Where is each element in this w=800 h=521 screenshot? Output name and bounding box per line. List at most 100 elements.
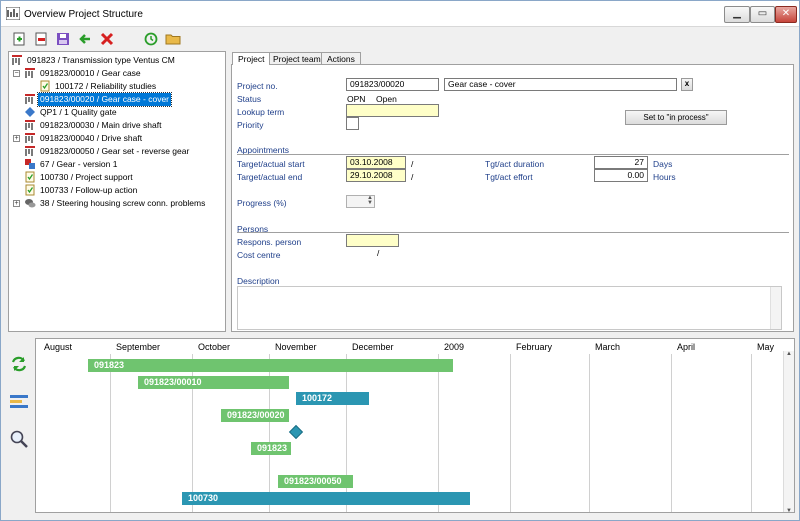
gantt-month-gridline <box>438 354 439 512</box>
project-icon <box>24 120 38 130</box>
end-date-field[interactable]: 29.10.2008 <box>346 169 406 182</box>
milestone-icon <box>24 107 38 117</box>
duration-label: Tgt/act duration <box>485 159 545 169</box>
project-icon <box>24 133 38 143</box>
tree-item-label: 091823/00050 / Gear set - reverse gear <box>40 146 190 156</box>
gantt-month-gridline <box>589 354 590 512</box>
task-icon <box>39 80 53 92</box>
tree-item[interactable]: 091823 / Transmission type Ventus CM <box>11 54 177 67</box>
gantt-bar[interactable]: 100730 <box>182 492 470 505</box>
tree-item[interactable]: 091823/00030 / Main drive shaft <box>24 119 163 132</box>
project-icon <box>24 68 38 78</box>
refresh-icon[interactable] <box>9 354 29 374</box>
zoom-icon[interactable] <box>9 429 29 449</box>
tree-expander-icon[interactable]: + <box>13 135 20 142</box>
task-icon <box>24 184 38 196</box>
scroll-down-icon[interactable]: ▼ <box>786 508 792 512</box>
appointments-divider <box>237 154 789 155</box>
effort-unit: Hours <box>653 172 676 182</box>
priority-label: Priority <box>237 120 264 130</box>
priority-field[interactable] <box>346 117 359 130</box>
cancel-icon[interactable] <box>99 31 115 47</box>
delete-record-icon[interactable] <box>33 31 49 47</box>
tree-item[interactable]: 100730 / Project support <box>24 171 135 184</box>
app-logo-icon <box>6 7 20 20</box>
duration-field[interactable]: 27 <box>594 156 648 169</box>
project-icon <box>24 94 38 104</box>
cost-centre-label: Cost centre <box>237 250 281 260</box>
folder-icon[interactable] <box>165 31 181 47</box>
tree-item[interactable]: 091823/00010 / Gear case <box>24 67 143 80</box>
project-tree: 091823 / Transmission type Ventus CM − 091… <box>8 51 226 332</box>
end-label: Target/actual end <box>237 172 303 182</box>
gantt-bar[interactable]: 091823/00010 <box>138 376 289 389</box>
description-label: Description <box>237 276 280 286</box>
status-text: Open <box>376 94 397 104</box>
tree-item[interactable]: 100733 / Follow-up action <box>24 184 139 197</box>
tree-item[interactable]: 091823/00040 / Drive shaft <box>24 132 144 145</box>
project-no-field[interactable]: 091823/00020 <box>346 78 439 91</box>
progress-label: Progress (%) <box>237 198 287 208</box>
clear-project-button[interactable]: x <box>681 78 693 91</box>
gantt-month-label: April <box>677 342 696 352</box>
tree-item[interactable]: QP1 / 1 Quality gate <box>24 106 119 119</box>
cost-centre-separator: / <box>377 248 380 258</box>
project-no-label: Project no. <box>237 81 278 91</box>
gantt-settings-icon[interactable] <box>9 392 29 412</box>
maximize-button[interactable]: ▭ <box>750 6 775 23</box>
status-code: OPN <box>347 94 366 104</box>
gantt-bar[interactable]: 091823/00020 <box>221 409 289 422</box>
tree-item-label: 100172 / Reliability studies <box>55 81 157 91</box>
back-arrow-icon[interactable] <box>77 31 93 47</box>
gantt-milestone-marker[interactable] <box>288 424 304 440</box>
tree-item-label: 100733 / Follow-up action <box>40 185 138 195</box>
gantt-month-label: March <box>595 342 621 352</box>
start-date-field[interactable]: 03.10.2008 <box>346 156 406 169</box>
tree-expander-icon[interactable]: + <box>13 200 20 207</box>
minimize-button[interactable]: ▁ <box>724 6 750 23</box>
gantt-month-label: 2009 <box>444 342 465 352</box>
start-label: Target/actual start <box>237 159 305 169</box>
tree-item-label: 091823/00030 / Main drive shaft <box>40 120 162 130</box>
description-textarea[interactable] <box>237 286 782 330</box>
gantt-month-label: November <box>275 342 317 352</box>
duration-unit: Days <box>653 159 673 169</box>
responsible-person-field[interactable] <box>346 234 399 247</box>
project-name-field[interactable]: Gear case - cover <box>444 78 677 91</box>
tree-item-label: QP1 / 1 Quality gate <box>40 107 117 117</box>
tree-item-label: 67 / Gear - version 1 <box>40 159 118 169</box>
spinner-arrows-icon[interactable]: ▲ ▼ <box>367 196 373 206</box>
tree-item[interactable]: 100172 / Reliability studies <box>39 80 158 93</box>
description-scrollbar[interactable] <box>770 287 781 329</box>
lookup-term-label: Lookup term <box>237 107 285 117</box>
gantt-bar[interactable]: 100172 <box>296 392 369 405</box>
progress-spinner[interactable]: ▲ ▼ <box>346 195 375 208</box>
save-icon[interactable] <box>55 31 71 47</box>
close-window-button[interactable]: ✕ <box>775 6 797 23</box>
tree-item[interactable]: 091823/00020 / Gear case - cover <box>24 92 172 107</box>
tab-project[interactable]: Project <box>232 52 271 65</box>
product-icon <box>24 159 38 169</box>
issue-icon <box>24 198 38 208</box>
gantt-bar[interactable]: 091823 <box>251 442 291 455</box>
tree-item[interactable]: 67 / Gear - version 1 <box>24 158 119 171</box>
gantt-bar[interactable]: 091823/00050 <box>278 475 353 488</box>
set-in-process-button[interactable]: Set to "in process" <box>625 110 727 125</box>
tree-item[interactable]: 091823/00050 / Gear set - reverse gear <box>24 145 191 158</box>
tree-expander-icon[interactable]: − <box>13 70 20 77</box>
new-record-icon[interactable] <box>11 31 27 47</box>
lookup-term-field[interactable] <box>346 104 439 117</box>
gantt-month-gridline <box>346 354 347 512</box>
gantt-month-label: October <box>198 342 231 352</box>
tree-item[interactable]: 38 / Steering housing screw conn. proble… <box>24 197 207 210</box>
end-separator: / <box>411 172 414 182</box>
gantt-month-gridline <box>671 354 672 512</box>
tree-item-label: 091823/00040 / Drive shaft <box>40 133 143 143</box>
gantt-month-gridline <box>751 354 752 512</box>
task-icon <box>24 171 38 183</box>
effort-field[interactable]: 0.00 <box>594 169 648 182</box>
history-icon[interactable] <box>143 31 159 47</box>
scroll-up-icon[interactable]: ▲ <box>786 351 792 357</box>
gantt-bar[interactable]: 091823 <box>88 359 453 372</box>
gantt-scrollbar[interactable]: ▲ ▼ <box>783 351 794 512</box>
